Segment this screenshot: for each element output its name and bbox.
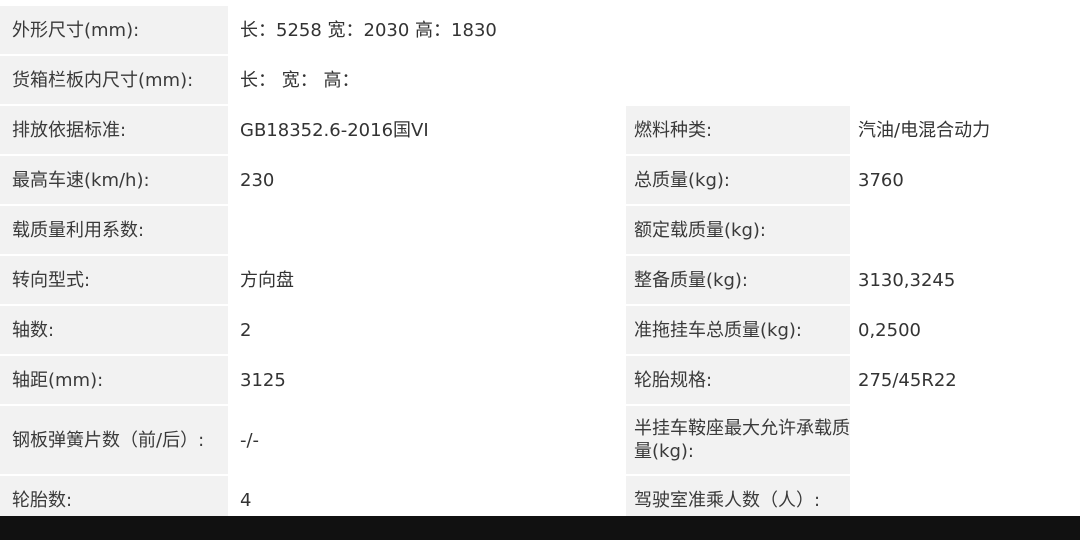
label-curb-weight: 整备质量(kg): <box>626 256 850 306</box>
label-cab-occupants: 驾驶室准乘人数（人）: <box>626 476 850 516</box>
value-wheelbase: 3125 <box>228 356 626 406</box>
label-saddle-load: 半挂车鞍座最大允许承载质量(kg): <box>626 406 850 476</box>
table-row: 载质量利用系数: 额定载质量(kg): <box>0 206 1080 256</box>
value-emission-standard: GB18352.6-2016国VI <box>228 106 626 156</box>
value-tire-spec: 275/45R22 <box>850 356 1080 406</box>
label-tire-spec: 轮胎规格: <box>626 356 850 406</box>
value-trailer-mass: 0,2500 <box>850 306 1080 356</box>
label-total-mass: 总质量(kg): <box>626 156 850 206</box>
label-wheelbase: 轴距(mm): <box>0 356 228 406</box>
value-exterior-dimensions: 长：5258 宽：2030 高：1830 <box>228 6 1080 56</box>
table-row: 转向型式: 方向盘 整备质量(kg): 3130,3245 <box>0 256 1080 306</box>
value-cab-occupants <box>850 476 1080 516</box>
table-row: 最高车速(km/h): 230 总质量(kg): 3760 <box>0 156 1080 206</box>
label-rated-load: 额定载质量(kg): <box>626 206 850 256</box>
label-tire-count: 轮胎数: <box>0 476 228 516</box>
label-axle-count: 轴数: <box>0 306 228 356</box>
spec-sheet: 外形尺寸(mm): 长：5258 宽：2030 高：1830 货箱栏板内尺寸(m… <box>0 0 1080 516</box>
table-row: 货箱栏板内尺寸(mm): 长： 宽： 高： <box>0 56 1080 106</box>
label-emission-standard: 排放依据标准: <box>0 106 228 156</box>
label-steering-type: 转向型式: <box>0 256 228 306</box>
value-leaf-springs: -/- <box>228 406 626 476</box>
value-steering-type: 方向盘 <box>228 256 626 306</box>
value-curb-weight: 3130,3245 <box>850 256 1080 306</box>
table-row: 轮胎数: 4 驾驶室准乘人数（人）: <box>0 476 1080 516</box>
label-fuel-type: 燃料种类: <box>626 106 850 156</box>
table-row: 外形尺寸(mm): 长：5258 宽：2030 高：1830 <box>0 6 1080 56</box>
label-cargo-box-dimensions: 货箱栏板内尺寸(mm): <box>0 56 228 106</box>
table-row: 轴数: 2 准拖挂车总质量(kg): 0,2500 <box>0 306 1080 356</box>
vehicle-spec-table: 外形尺寸(mm): 长：5258 宽：2030 高：1830 货箱栏板内尺寸(m… <box>0 6 1080 516</box>
table-row: 钢板弹簧片数（前/后）: -/- 半挂车鞍座最大允许承载质量(kg): <box>0 406 1080 476</box>
bottom-black-bar <box>0 516 1080 540</box>
value-cargo-box-dimensions: 长： 宽： 高： <box>228 56 1080 106</box>
label-trailer-mass: 准拖挂车总质量(kg): <box>626 306 850 356</box>
label-leaf-springs: 钢板弹簧片数（前/后）: <box>0 406 228 476</box>
value-load-utilization <box>228 206 626 256</box>
value-total-mass: 3760 <box>850 156 1080 206</box>
value-max-speed: 230 <box>228 156 626 206</box>
value-tire-count: 4 <box>228 476 626 516</box>
value-fuel-type: 汽油/电混合动力 <box>850 106 1080 156</box>
value-saddle-load <box>850 406 1080 476</box>
label-exterior-dimensions: 外形尺寸(mm): <box>0 6 228 56</box>
label-load-utilization: 载质量利用系数: <box>0 206 228 256</box>
table-row: 轴距(mm): 3125 轮胎规格: 275/45R22 <box>0 356 1080 406</box>
value-rated-load <box>850 206 1080 256</box>
value-axle-count: 2 <box>228 306 626 356</box>
label-max-speed: 最高车速(km/h): <box>0 156 228 206</box>
table-row: 排放依据标准: GB18352.6-2016国VI 燃料种类: 汽油/电混合动力 <box>0 106 1080 156</box>
